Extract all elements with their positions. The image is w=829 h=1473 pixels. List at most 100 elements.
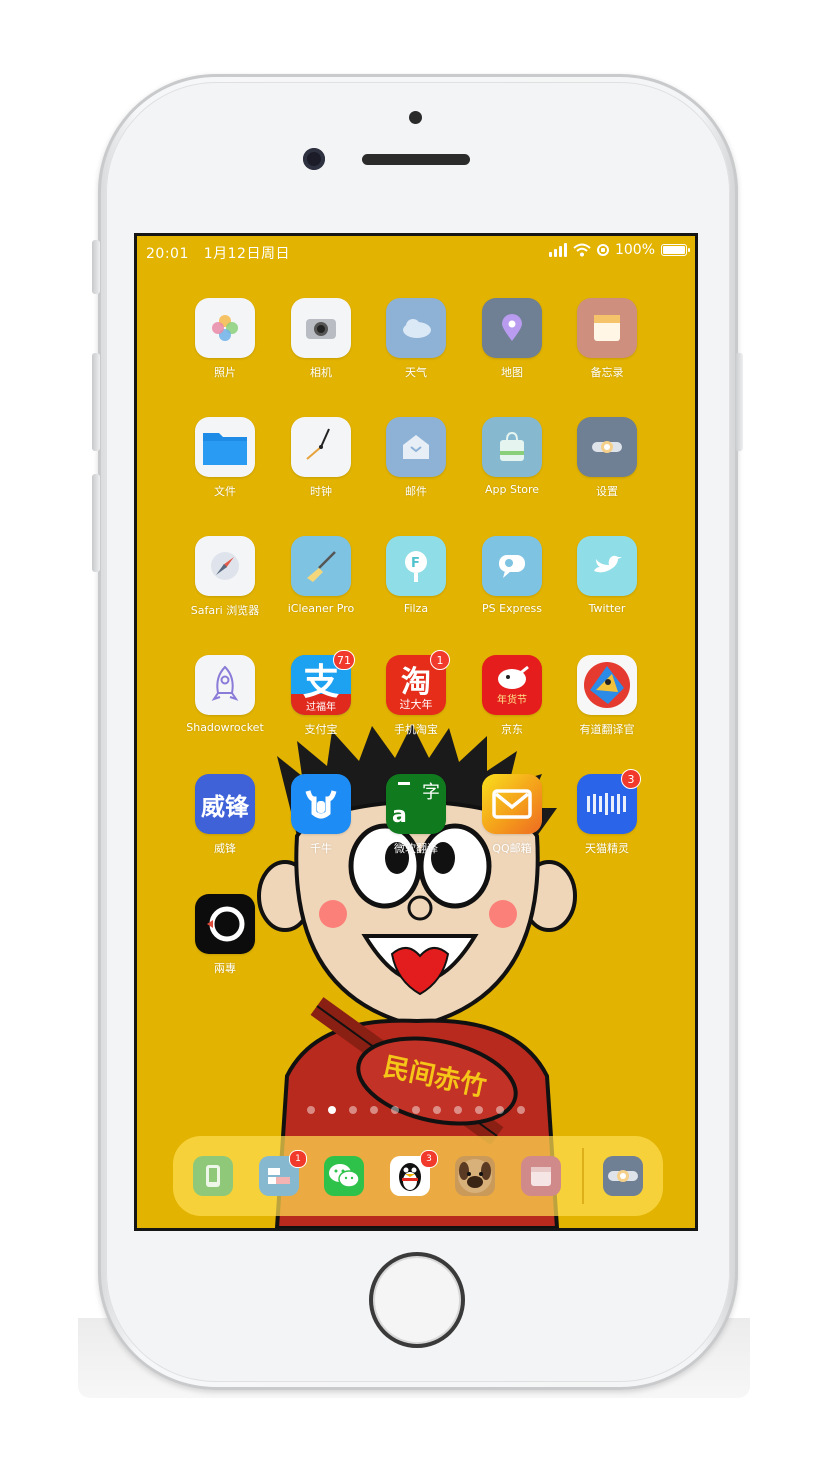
dock-phone[interactable] xyxy=(193,1156,233,1196)
clock-icon[interactable] xyxy=(291,417,351,477)
speech-bubble-icon[interactable] xyxy=(482,536,542,596)
app-camera-lens[interactable]: 兩專 xyxy=(181,894,269,976)
dock-dog-app[interactable] xyxy=(455,1156,495,1196)
wechat-icon xyxy=(327,1161,361,1191)
jd-icon[interactable]: 年货节 xyxy=(482,655,542,715)
app-label: Filza xyxy=(403,602,429,615)
app-youdao-bird[interactable]: 有道翻译官 xyxy=(563,655,651,737)
volume-up-button xyxy=(92,353,100,451)
camera-icon[interactable] xyxy=(291,298,351,358)
app-shopping-bag[interactable]: App Store xyxy=(468,417,556,496)
app-label: 时钟 xyxy=(310,485,332,498)
app-label: Twitter xyxy=(588,602,626,615)
page-dot[interactable] xyxy=(433,1106,441,1114)
app-label: 千牛 xyxy=(310,842,332,855)
app-clock[interactable]: 时钟 xyxy=(277,417,365,499)
app-mail[interactable]: 邮件 xyxy=(372,417,460,499)
weiphone-icon[interactable]: 威锋 xyxy=(195,774,255,834)
battery-percent: 100% xyxy=(614,242,655,258)
app-broom[interactable]: iCleaner Pro xyxy=(277,536,365,615)
map-pin-icon[interactable] xyxy=(482,298,542,358)
app-jd[interactable]: 年货节 京东 xyxy=(468,655,556,737)
app-label: 设置 xyxy=(596,485,618,498)
app-label: 手机淘宝 xyxy=(394,723,438,736)
app-label: 备忘录 xyxy=(590,366,624,379)
page-dot[interactable] xyxy=(517,1106,525,1114)
app-label: Shadowrocket xyxy=(186,721,264,734)
app-label: 照片 xyxy=(214,366,236,379)
app-map-pin[interactable]: 地图 xyxy=(468,298,556,380)
page-indicator[interactable] xyxy=(137,1106,695,1114)
broom-icon[interactable] xyxy=(291,536,351,596)
app-filza[interactable]: F Filza xyxy=(372,536,460,615)
photos-icon[interactable] xyxy=(195,298,255,358)
app-label: Safari 浏览器 xyxy=(190,604,260,617)
app-weather[interactable]: 天气 xyxy=(372,298,460,380)
app-tmall-genie[interactable]: 3 天猫精灵 xyxy=(563,769,651,856)
app-label: 微软翻译 xyxy=(394,842,438,855)
messages-icon xyxy=(266,1166,292,1186)
compass-icon[interactable] xyxy=(195,536,255,596)
camera-lens-icon[interactable] xyxy=(195,894,255,954)
youdao-bird-icon[interactable] xyxy=(577,655,637,715)
app-weiphone[interactable]: 威锋 威锋 xyxy=(181,774,269,856)
app-rocket[interactable]: Shadowrocket xyxy=(181,655,269,734)
notification-badge: 1 xyxy=(289,1150,307,1168)
dock-settings[interactable] xyxy=(603,1156,643,1196)
page-dot[interactable] xyxy=(391,1106,399,1114)
app-qianniu[interactable]: 千牛 xyxy=(277,774,365,856)
mute-switch xyxy=(92,240,100,294)
status-time: 20:01 xyxy=(146,246,189,262)
phone-icon xyxy=(205,1164,221,1188)
app-notes[interactable]: 备忘录 xyxy=(563,298,651,380)
notification-badge: 3 xyxy=(420,1150,438,1168)
battery-icon xyxy=(661,244,690,256)
mail-icon[interactable] xyxy=(386,417,446,477)
app-qq-mail[interactable]: QQ邮箱 xyxy=(468,774,556,856)
bird-icon[interactable] xyxy=(577,536,637,596)
filza-icon[interactable]: F xyxy=(386,536,446,596)
app-bird[interactable]: Twitter xyxy=(563,536,651,615)
app-speech-bubble[interactable]: PS Express xyxy=(468,536,556,615)
app-camera[interactable]: 相机 xyxy=(277,298,365,380)
app-label: 地图 xyxy=(501,366,523,379)
status-time-date: 20:01 1月12日周日 xyxy=(146,243,290,263)
app-alipay[interactable]: 支过福年 71 支付宝 xyxy=(277,650,365,737)
page-dot[interactable] xyxy=(412,1106,420,1114)
page-dot[interactable] xyxy=(349,1106,357,1114)
folder-icon[interactable] xyxy=(195,417,255,477)
svg-text:年货节: 年货节 xyxy=(497,693,527,706)
rocket-icon[interactable] xyxy=(195,655,255,715)
page-dot[interactable] xyxy=(454,1106,462,1114)
notes-icon[interactable] xyxy=(577,298,637,358)
dock-separator xyxy=(582,1148,584,1204)
dock-wechat[interactable] xyxy=(324,1156,364,1196)
qianniu-icon[interactable] xyxy=(291,774,351,834)
app-translator[interactable]: a 字微软翻译 xyxy=(372,774,460,856)
page-dot[interactable] xyxy=(307,1106,315,1114)
page-dot[interactable] xyxy=(370,1106,378,1114)
translator-icon[interactable]: a字 xyxy=(386,774,446,834)
dock-calendar[interactable] xyxy=(521,1156,561,1196)
app-photos[interactable]: 照片 xyxy=(181,298,269,380)
app-compass[interactable]: Safari 浏览器 xyxy=(181,536,269,618)
notification-badge: 71 xyxy=(333,650,355,670)
page-dot[interactable] xyxy=(496,1106,504,1114)
app-folder[interactable]: 文件 xyxy=(181,417,269,499)
dock-messages[interactable]: 1 xyxy=(259,1150,307,1196)
qq-mail-icon[interactable] xyxy=(482,774,542,834)
qq-penguin-icon xyxy=(396,1159,424,1193)
calendar-icon xyxy=(529,1164,553,1188)
dock-qq[interactable]: 3 xyxy=(390,1150,438,1196)
page-dot[interactable] xyxy=(328,1106,336,1114)
settings-icon[interactable] xyxy=(577,417,637,477)
app-taobao[interactable]: 淘过大年 1 手机淘宝 xyxy=(372,650,460,737)
cellular-signal-icon xyxy=(548,243,567,257)
shopping-bag-icon[interactable] xyxy=(482,417,542,477)
app-settings[interactable]: 设置 xyxy=(563,417,651,499)
app-label: QQ邮箱 xyxy=(492,842,532,855)
page-dot[interactable] xyxy=(475,1106,483,1114)
home-button[interactable] xyxy=(369,1252,465,1348)
wifi-icon xyxy=(573,243,591,257)
weather-icon[interactable] xyxy=(386,298,446,358)
